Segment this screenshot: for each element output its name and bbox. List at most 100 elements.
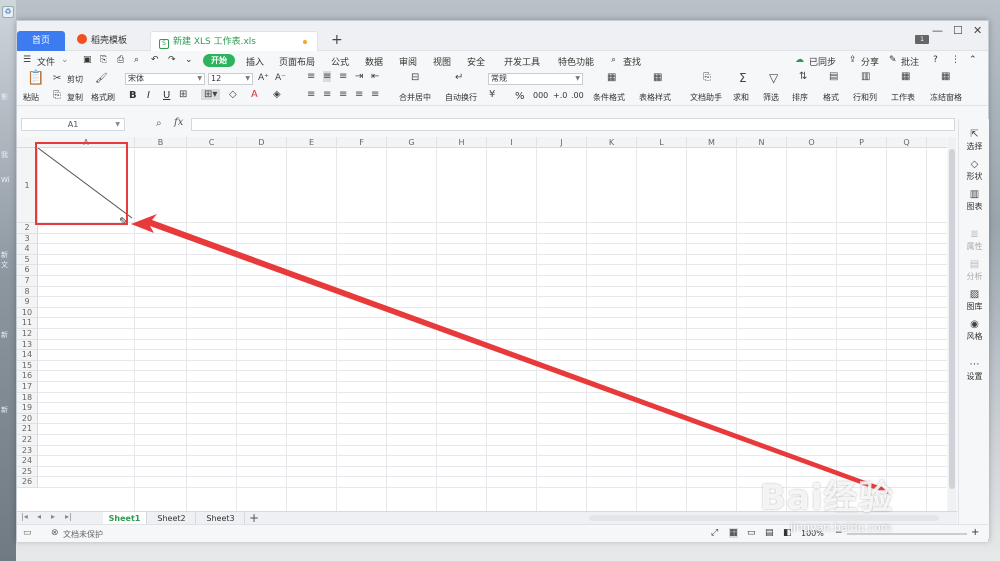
table-style-icon[interactable]: ▦: [653, 72, 662, 83]
cut-button[interactable]: 剪切: [67, 74, 83, 85]
undo-icon[interactable]: ↶: [151, 55, 159, 65]
row-header-14[interactable]: 14: [17, 350, 38, 361]
menu-view[interactable]: 视图: [433, 55, 451, 68]
currency-icon[interactable]: ¥: [489, 89, 495, 100]
font-name-select[interactable]: 宋体 ▼: [125, 73, 205, 85]
scissors-icon[interactable]: ✂: [53, 73, 61, 84]
column-header-q[interactable]: Q: [887, 137, 927, 148]
paste-button[interactable]: 粘贴: [23, 92, 39, 103]
right-panel-shape[interactable]: ◇ 形状: [959, 159, 990, 182]
merge-center-icon[interactable]: ⊟: [411, 72, 419, 83]
align-bottom-icon[interactable]: ≡: [339, 71, 347, 82]
row-header-17[interactable]: 17: [17, 382, 38, 393]
save-icon[interactable]: ▣: [83, 55, 92, 65]
filter-button[interactable]: 筛选: [763, 92, 779, 103]
thousands-button[interactable]: 000: [533, 91, 548, 100]
increase-font-icon[interactable]: A⁺: [258, 73, 269, 83]
menu-insert[interactable]: 插入: [246, 55, 264, 68]
page-break-view-icon[interactable]: ▤: [765, 528, 774, 538]
align-right-icon[interactable]: ≡: [339, 89, 347, 100]
menu-start[interactable]: 开始: [203, 54, 235, 67]
format-painter-button[interactable]: 格式刷: [91, 92, 115, 103]
justify-icon[interactable]: ≡: [355, 89, 363, 100]
share-button[interactable]: 分享: [861, 55, 879, 68]
column-header-o[interactable]: O: [787, 137, 837, 148]
row-header-13[interactable]: 13: [17, 339, 38, 351]
right-panel-style[interactable]: ◉ 风格: [959, 319, 990, 342]
conditional-format-icon[interactable]: ▦: [607, 72, 616, 83]
column-header-f[interactable]: F: [337, 137, 387, 148]
row-col-button[interactable]: 行和列: [853, 92, 877, 103]
more-options-icon[interactable]: ⋮: [951, 55, 960, 65]
wrap-text-button[interactable]: 自动换行: [445, 92, 477, 103]
right-panel-chart[interactable]: ▥ 图表: [959, 189, 990, 212]
comment-button[interactable]: 批注: [901, 55, 919, 68]
row-header-26[interactable]: 26: [17, 477, 38, 488]
row-header-10[interactable]: 10: [17, 307, 38, 319]
column-header-h[interactable]: H: [437, 137, 487, 148]
sync-status[interactable]: 已同步: [809, 55, 836, 68]
column-header-i[interactable]: I: [487, 137, 537, 148]
font-size-select[interactable]: 12 ▼: [208, 73, 253, 85]
formula-input[interactable]: [191, 118, 955, 131]
column-header-k[interactable]: K: [587, 137, 637, 148]
percent-button[interactable]: %: [515, 91, 525, 102]
row-header-5[interactable]: 5: [17, 254, 38, 266]
freeze-panes-button[interactable]: 冻结窗格: [930, 92, 962, 103]
chevron-down-icon[interactable]: ⌄: [61, 55, 69, 65]
freeze-panes-icon[interactable]: ▦: [941, 71, 950, 82]
column-header-l[interactable]: L: [637, 137, 687, 148]
sum-button[interactable]: 求和: [733, 92, 749, 103]
filter-icon[interactable]: ▽: [769, 71, 778, 85]
outdent-icon[interactable]: ⇤: [371, 71, 379, 82]
menu-file[interactable]: 文件: [37, 55, 55, 68]
sort-icon[interactable]: ⇅: [799, 71, 807, 82]
search-icon[interactable]: ⌕: [611, 55, 616, 65]
new-tab-button[interactable]: +: [331, 32, 343, 48]
column-header-m[interactable]: M: [687, 137, 737, 148]
row-header-21[interactable]: 21: [17, 424, 38, 435]
number-format-select[interactable]: 常规 ▼: [488, 73, 583, 85]
menu-review[interactable]: 审阅: [399, 55, 417, 68]
column-header-b[interactable]: B: [135, 137, 187, 148]
export-icon[interactable]: ⎘: [100, 55, 107, 65]
page-layout-view-icon[interactable]: ▭: [747, 528, 756, 538]
normal-view-icon[interactable]: ▦: [729, 528, 738, 538]
merge-center-button[interactable]: 合并居中: [399, 92, 431, 103]
indent-icon[interactable]: ⇥: [355, 71, 363, 82]
zoom-in-icon[interactable]: +: [971, 527, 979, 538]
align-top-icon[interactable]: ≡: [307, 71, 315, 82]
row-header-4[interactable]: 4: [17, 244, 38, 255]
row-header-24[interactable]: 24: [17, 456, 38, 467]
scrollbar-thumb[interactable]: [949, 149, 955, 489]
doc-icon[interactable]: ▭: [23, 528, 32, 538]
hamburger-icon[interactable]: ☰: [23, 55, 31, 65]
underline-button[interactable]: U: [163, 90, 170, 101]
row-header-20[interactable]: 20: [17, 413, 38, 425]
worksheet-icon[interactable]: ▦: [901, 71, 910, 82]
wrap-text-icon[interactable]: ↵: [455, 72, 463, 83]
next-sheet-icon[interactable]: ▸: [51, 512, 55, 521]
conditional-format-button[interactable]: 条件格式: [593, 92, 625, 103]
fill-color-icon[interactable]: ◇: [229, 89, 237, 100]
collapse-ribbon-icon[interactable]: ⌃: [969, 55, 977, 65]
row-header-6[interactable]: 6: [17, 265, 38, 276]
row-header-12[interactable]: 12: [17, 329, 38, 340]
menu-search[interactable]: 查找: [623, 55, 641, 68]
distributed-icon[interactable]: ≡: [371, 89, 379, 100]
row-header-15[interactable]: 15: [17, 360, 38, 372]
row-header-25[interactable]: 25: [17, 466, 38, 478]
recycle-bin-icon[interactable]: ♻: [2, 6, 14, 18]
decrease-decimal-button[interactable]: .00: [571, 91, 584, 100]
menu-special-features[interactable]: 特色功能: [558, 55, 594, 68]
borders-dropdown-icon[interactable]: ⊞▾: [201, 89, 221, 100]
name-box[interactable]: A1 ▼: [21, 118, 125, 131]
row-header-18[interactable]: 18: [17, 392, 38, 404]
border-icon[interactable]: ⊞: [179, 89, 187, 100]
font-color-icon[interactable]: A: [251, 89, 258, 100]
help-icon[interactable]: ?: [933, 55, 938, 65]
column-header-g[interactable]: G: [387, 137, 437, 148]
italic-button[interactable]: I: [147, 90, 150, 101]
bold-button[interactable]: B: [129, 90, 137, 101]
print-preview-icon[interactable]: ⌕: [134, 55, 139, 65]
